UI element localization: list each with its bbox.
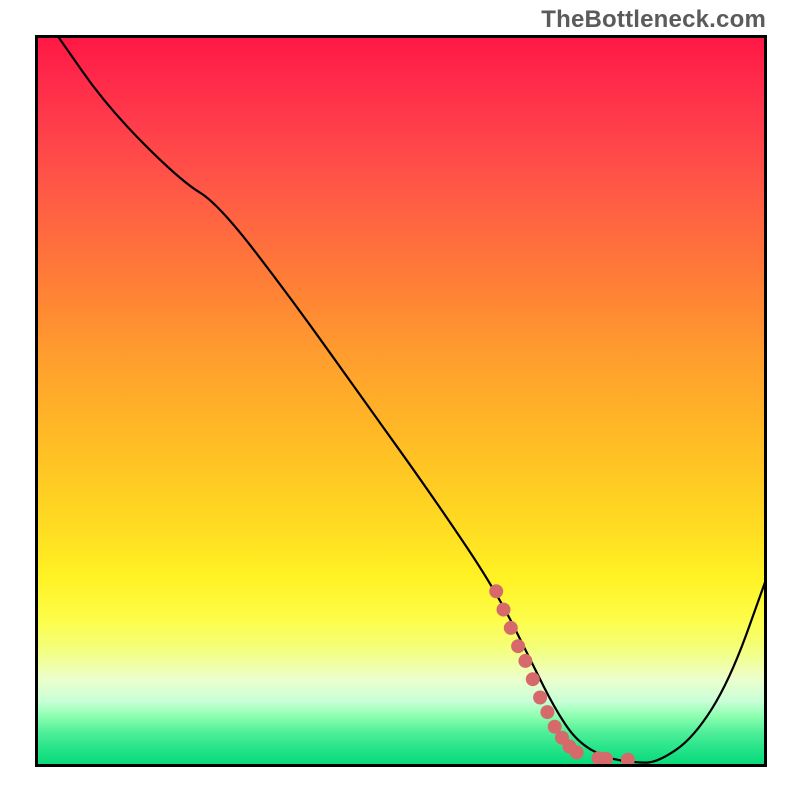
plot-area — [35, 35, 767, 767]
chart-stage: TheBottleneck.com — [0, 0, 800, 800]
watermark-text: TheBottleneck.com — [541, 6, 766, 34]
plot-background-gradient — [35, 35, 767, 767]
